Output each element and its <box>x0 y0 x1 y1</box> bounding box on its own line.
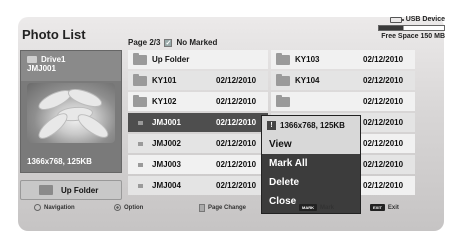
usb-icon <box>389 16 404 23</box>
photo-icon <box>137 162 143 167</box>
folder-icon <box>276 73 290 86</box>
photo-icon <box>137 141 143 146</box>
page-change-icon <box>199 203 205 212</box>
free-space-label: Free Space 150 MB <box>381 33 445 40</box>
navigation-icon <box>34 204 41 211</box>
menu-item-view[interactable]: View <box>262 135 360 154</box>
page-info: Page 2/3 ✓ No Marked <box>128 38 217 47</box>
photo-thumbnail <box>27 83 115 143</box>
list-item[interactable]: JMJ002 02/12/2010 <box>128 134 268 153</box>
folder-icon <box>276 94 290 107</box>
folder-icon <box>133 94 147 107</box>
footer-option: Option <box>114 204 143 211</box>
popup-info: ! 1366x768, 125KB <box>262 116 360 135</box>
photo-icon <box>137 120 143 125</box>
list-item[interactable]: 02/12/2010 <box>271 92 415 111</box>
list-item[interactable]: KY103 02/12/2010 <box>271 50 415 69</box>
page-title: Photo List <box>22 27 86 42</box>
option-popup-menu: ! 1366x768, 125KB View Mark All Delete C… <box>261 115 361 214</box>
page-number: Page 2/3 <box>128 38 161 47</box>
drive-icon <box>27 56 37 63</box>
up-folder-button[interactable]: Up Folder <box>20 180 122 200</box>
usb-device-label: USB Device <box>405 16 445 23</box>
footer-exit: EXIT Exit <box>370 204 399 211</box>
current-item-label: JMJ001 <box>27 64 56 73</box>
popup-info-label: 1366x768, 125KB <box>280 121 345 130</box>
list-item[interactable]: Up Folder <box>128 50 268 69</box>
preview-header: Drive1 JMJ001 <box>21 51 121 81</box>
menu-item-delete[interactable]: Delete <box>262 173 360 192</box>
footer-mark: MARK Mark <box>299 204 334 211</box>
info-icon: ! <box>267 121 276 130</box>
option-icon <box>114 204 121 211</box>
mark-key-icon: MARK <box>299 204 317 211</box>
photo-icon <box>137 183 143 188</box>
exit-key-icon: EXIT <box>370 204 385 211</box>
folder-icon <box>133 73 147 86</box>
footer-page-change: Page Change <box>199 203 246 212</box>
list-item[interactable]: KY101 02/12/2010 <box>128 71 268 90</box>
preview-panel: Drive1 JMJ001 1366x768, 125KB <box>20 50 122 173</box>
usb-device-panel: USB Device Free Space 150 MB <box>361 16 445 40</box>
footer-navigation: Navigation <box>34 204 75 211</box>
menu-item-mark-all[interactable]: Mark All <box>262 154 360 173</box>
up-folder-icon <box>39 185 53 195</box>
checkbox-icon: ✓ <box>164 38 173 47</box>
list-item[interactable]: KY102 02/12/2010 <box>128 92 268 111</box>
up-folder-button-label: Up Folder <box>61 185 99 195</box>
list-item[interactable]: JMJ003 02/12/2010 <box>128 155 268 174</box>
marked-status: No Marked <box>176 38 218 47</box>
folder-icon <box>276 52 290 65</box>
folder-icon <box>133 52 147 65</box>
storage-usage-bar <box>378 25 445 31</box>
drive-label: Drive1 <box>41 55 66 64</box>
list-item[interactable]: KY104 02/12/2010 <box>271 71 415 90</box>
footer-legend: Navigation Option Page Change MARK Mark … <box>0 201 461 214</box>
list-item-selected[interactable]: JMJ001 02/12/2010 <box>128 113 268 132</box>
preview-size: 1366x768, 125KB <box>27 157 92 166</box>
list-item[interactable]: JMJ004 02/12/2010 <box>128 176 268 195</box>
